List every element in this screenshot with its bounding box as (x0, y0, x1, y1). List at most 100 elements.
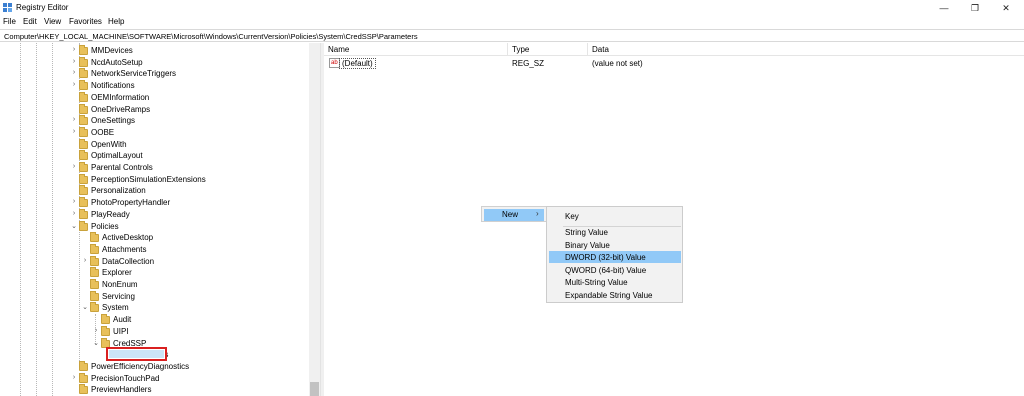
tree-item-notifications[interactable]: › Notifications (0, 80, 309, 92)
submenu-item-label: String Value (565, 228, 608, 237)
column-header-type[interactable]: Type (512, 45, 529, 54)
minimize-button[interactable]: — (930, 1, 958, 15)
chevron-right-icon[interactable]: › (70, 81, 78, 88)
chevron-down-icon[interactable]: ⌄ (70, 222, 78, 230)
tree-item-playready[interactable]: › PlayReady (0, 208, 309, 221)
tree-item-label: Audit (113, 315, 132, 325)
chevron-right-icon[interactable]: › (70, 128, 78, 135)
key-tree-pane[interactable]: › MMDevices › NcdAutoSetup › NetworkServiceTr… (0, 43, 320, 396)
tree-item-parental-controls[interactable]: › Parental Controls (0, 162, 309, 174)
tree-item-personalization[interactable]: Personalization (0, 185, 309, 197)
value-type: REG_SZ (512, 59, 545, 68)
folder-icon (90, 232, 99, 243)
folder-icon (79, 372, 88, 383)
tree-item-explorer[interactable]: Explorer (0, 267, 309, 279)
chevron-right-icon[interactable]: › (92, 327, 100, 334)
submenu-item-key[interactable]: Key (549, 210, 681, 222)
menu-file[interactable]: File (3, 17, 16, 26)
submenu-item-expandable-string-value[interactable]: Expandable String Value (549, 289, 681, 301)
chevron-right-icon[interactable]: › (70, 46, 78, 53)
submenu-item-binary-value[interactable]: Binary Value (549, 239, 681, 251)
chevron-down-icon[interactable]: ⌄ (92, 339, 100, 347)
tree-item-perceptionsimulationextensions[interactable]: PerceptionSimulationExtensions (0, 173, 309, 186)
tree-item-label: OptimalLayout (91, 151, 143, 161)
chevron-right-icon[interactable]: › (70, 58, 78, 65)
tree-item-oobe[interactable]: › OOBE (0, 126, 309, 139)
menu-favorites[interactable]: Favorites (69, 17, 102, 26)
tree-item-label: MMDevices (91, 46, 133, 55)
chevron-right-icon[interactable]: › (70, 374, 78, 381)
tree-item-label: Notifications (91, 81, 135, 91)
tree-item-label: OOBE (91, 127, 115, 137)
folder-icon (79, 103, 88, 114)
value-row-default[interactable]: ab (Default) REG_SZ (value not set) (324, 58, 1024, 70)
chevron-right-icon[interactable]: › (70, 198, 78, 205)
submenu-item-dword-32-bit-value[interactable]: DWORD (32-bit) Value (549, 251, 681, 263)
tree-item-nonenum[interactable]: NonEnum (0, 279, 309, 291)
chevron-right-icon[interactable]: › (70, 163, 78, 170)
tree-item-powerefficiencydiagnostics[interactable]: PowerEfficiencyDiagnostics (0, 360, 309, 373)
address-bar[interactable]: Computer\HKEY_LOCAL_MACHINE\SOFTWARE\Mic… (0, 29, 1024, 42)
tree-item-activedesktop[interactable]: ActiveDesktop (0, 232, 309, 244)
folder-icon (101, 314, 110, 325)
tree-item-openwith[interactable]: OpenWith (0, 138, 309, 151)
tree-item-system[interactable]: ⌄ System (0, 302, 309, 314)
tree-item-servicing[interactable]: Servicing (0, 290, 309, 303)
menu-help[interactable]: Help (108, 17, 124, 26)
tree-item-previewhandlers[interactable]: PreviewHandlers (0, 384, 309, 396)
folder-icon (90, 279, 99, 289)
tree-item-onedriveramps[interactable]: OneDriveRamps (0, 103, 309, 116)
tree-item-networkservicetriggers[interactable]: › NetworkServiceTriggers (0, 68, 309, 80)
tree-item-label: PrecisionTouchPad (91, 373, 160, 383)
tree-item-photopropertyhandler[interactable]: › PhotoPropertyHandler (0, 197, 309, 209)
context-menu-new-label[interactable]: New (502, 210, 518, 219)
submenu-item-string-value[interactable]: String Value (549, 226, 681, 238)
chevron-right-icon[interactable]: › (70, 116, 78, 123)
folder-icon (79, 162, 88, 172)
new-submenu: Key String Value Binary Value DWORD (32-bit… (546, 206, 683, 303)
tree-item-label: DataCollection (102, 256, 155, 266)
value-data: (value not set) (592, 59, 643, 68)
tree-item-attachments[interactable]: Attachments (0, 243, 309, 256)
value-name[interactable]: (Default) (339, 58, 376, 69)
chevron-right-icon[interactable]: › (70, 210, 78, 217)
tree-item-datacollection[interactable]: › DataCollection (0, 255, 309, 268)
tree-item-onesettings[interactable]: › OneSettings (0, 115, 309, 127)
tree-item-label: NcdAutoSetup (91, 57, 143, 67)
tree-item-mmdevices[interactable]: › MMDevices (0, 45, 309, 57)
tree-item-oeminformation[interactable]: OEMInformation (0, 91, 309, 104)
maximize-button[interactable]: ❐ (961, 1, 989, 15)
tree-item-ncdautosetup[interactable]: › NcdAutoSetup (0, 56, 309, 69)
chevron-right-icon[interactable]: › (81, 257, 89, 264)
tree-item-optimallayout[interactable]: OptimalLayout (0, 150, 309, 162)
pane-splitter[interactable] (320, 43, 324, 396)
tree-item-policies[interactable]: ⌄ Policies (0, 220, 309, 233)
submenu-item-label: Expandable String Value (565, 291, 653, 300)
tree-item-label: PowerEfficiencyDiagnostics (91, 361, 190, 371)
values-list-header: Name Type Data (324, 43, 1024, 56)
column-separator[interactable] (507, 43, 508, 56)
chevron-right-icon[interactable]: › (70, 69, 78, 76)
folder-icon (79, 68, 88, 79)
column-separator[interactable] (587, 43, 588, 56)
folder-icon (79, 45, 88, 55)
address-path[interactable]: Computer\HKEY_LOCAL_MACHINE\SOFTWARE\Mic… (4, 32, 418, 41)
tree-item-precisiontouchpad[interactable]: › PrecisionTouchPad (0, 372, 309, 385)
close-button[interactable]: ✕ (992, 1, 1020, 15)
tree-item-uipi[interactable]: › UIPI (0, 325, 309, 338)
menu-edit[interactable]: Edit (23, 17, 37, 26)
folder-icon (79, 173, 88, 184)
chevron-down-icon[interactable]: ⌄ (81, 303, 89, 311)
tree-scrollbar-thumb[interactable] (310, 382, 319, 396)
folder-icon (90, 302, 99, 313)
submenu-item-multi-string-value[interactable]: Multi-String Value (549, 276, 681, 288)
menu-view[interactable]: View (44, 17, 61, 26)
title-bar: Registry Editor — ❐ ✕ (0, 0, 1024, 16)
column-header-data[interactable]: Data (592, 45, 609, 54)
tree-scrollbar[interactable] (309, 43, 320, 396)
submenu-item-label: QWORD (64-bit) Value (565, 266, 647, 275)
submenu-item-qword-64-bit-value[interactable]: QWORD (64-bit) Value (549, 264, 681, 276)
registry-editor-icon (3, 3, 12, 12)
tree-item-audit[interactable]: Audit (0, 314, 309, 326)
column-header-name[interactable]: Name (328, 45, 349, 54)
